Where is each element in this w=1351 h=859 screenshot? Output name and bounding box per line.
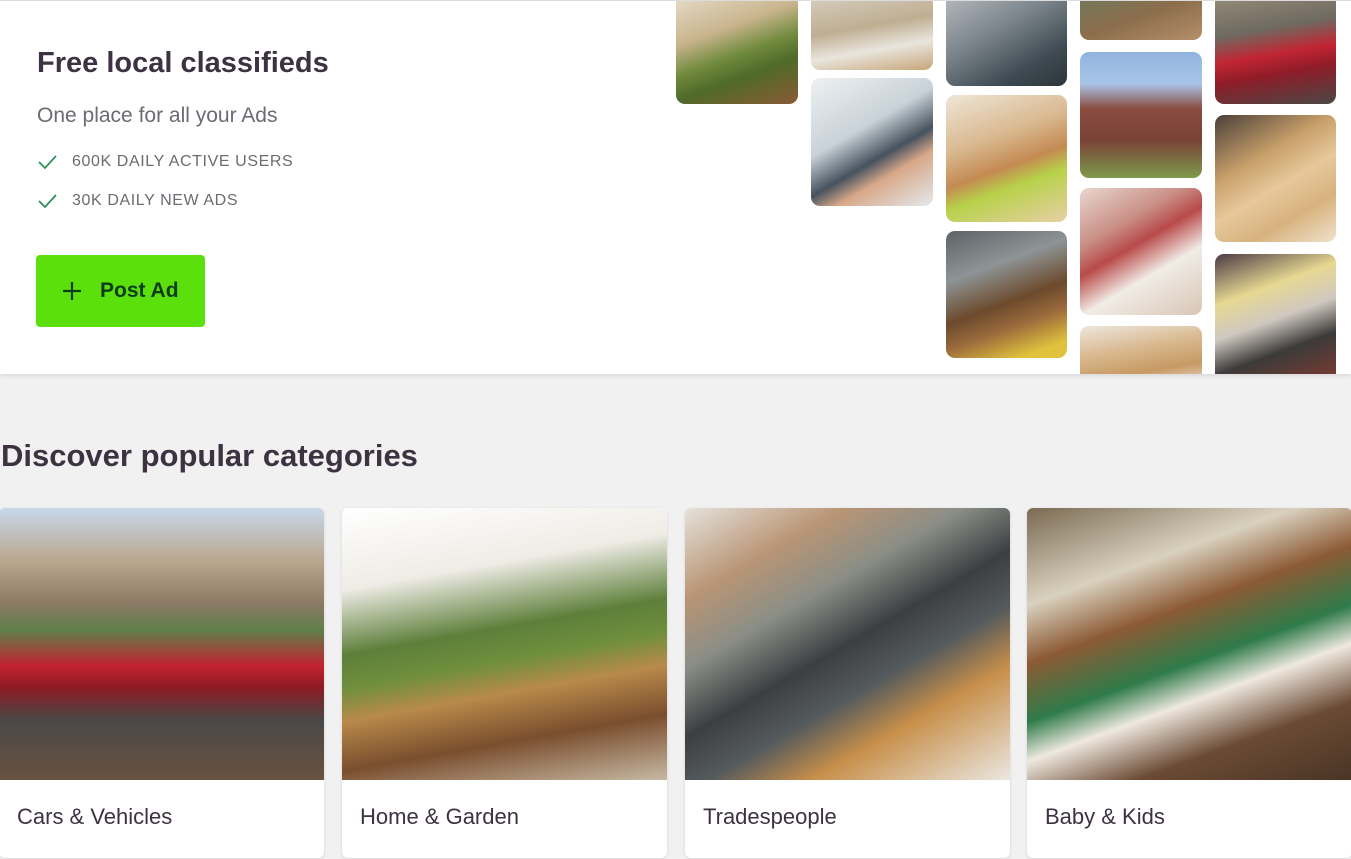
mosaic-image-living-room — [811, 1, 933, 70]
hero-title: Free local classifieds — [37, 47, 329, 79]
mosaic-image-tool-belt — [1215, 254, 1336, 374]
mosaic-image-armchair — [676, 1, 798, 104]
mosaic-image-handshake — [811, 78, 933, 206]
category-label: Tradespeople — [703, 804, 837, 829]
mosaic-image-drilling — [1215, 115, 1336, 242]
post-ad-label: Post Ad — [100, 279, 179, 302]
category-card-baby-kids[interactable]: Baby & Kids — [1027, 508, 1351, 858]
category-label: Baby & Kids — [1045, 804, 1165, 829]
mosaic-image-plumber — [946, 231, 1067, 358]
category-image-tradespeople — [685, 508, 1010, 780]
category-label: Home & Garden — [360, 804, 519, 829]
stat-label: 30K DAILY NEW ADS — [72, 192, 239, 209]
hero-banner: Free local classifieds One place for all… — [0, 0, 1351, 374]
post-ad-button[interactable]: Post Ad — [36, 255, 205, 327]
stat-label: 600K DAILY ACTIVE USERS — [72, 153, 294, 170]
check-icon — [38, 194, 57, 209]
categories-title: Discover popular categories — [1, 438, 418, 473]
hero-subtitle: One place for all your Ads — [37, 104, 278, 127]
category-image-cars — [0, 508, 324, 780]
plus-icon — [63, 282, 81, 300]
category-card-cars-vehicles[interactable]: Cars & Vehicles — [0, 508, 324, 858]
mosaic-image-person — [1080, 1, 1202, 40]
category-image-baby-kids — [1027, 508, 1351, 780]
mosaic-image-dog — [946, 95, 1067, 222]
category-card-tradespeople[interactable]: Tradespeople — [685, 508, 1010, 858]
category-card-home-garden[interactable]: Home & Garden — [342, 508, 667, 858]
check-icon — [38, 155, 57, 170]
category-label: Cars & Vehicles — [17, 804, 173, 829]
mosaic-image-brick-houses — [1080, 52, 1202, 178]
category-image-home — [342, 508, 667, 780]
mosaic-image-red-car — [1215, 1, 1336, 104]
mosaic-image-clothes — [1080, 188, 1202, 315]
stat-active-users: 600K DAILY ACTIVE USERS — [37, 153, 293, 171]
mosaic-image-laptop — [946, 1, 1067, 86]
mosaic-image-shelves — [1080, 326, 1202, 374]
stat-new-ads: 30K DAILY NEW ADS — [37, 192, 238, 210]
